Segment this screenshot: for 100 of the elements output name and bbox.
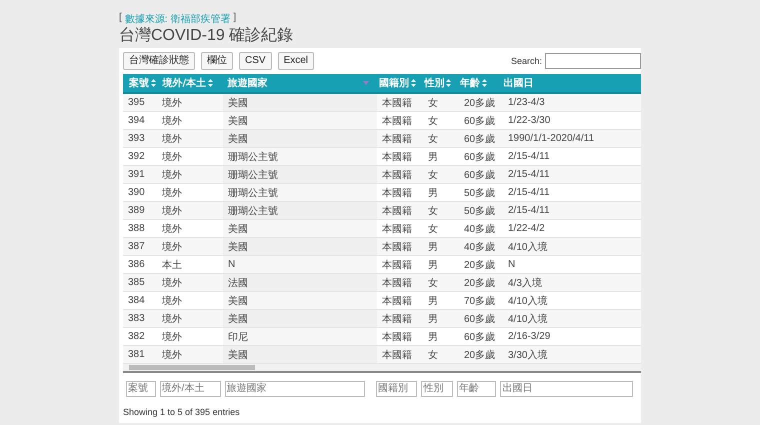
table-cell-text: 境外 bbox=[162, 348, 182, 362]
table-cell: 1/22-4/2 bbox=[508, 223, 545, 234]
table-cell-text: 本國籍 bbox=[382, 168, 412, 182]
table-cell-text: 本國籍 bbox=[382, 222, 412, 236]
table-cell-text: 本國籍 bbox=[382, 132, 412, 146]
table-cell-text: 境外 bbox=[162, 240, 182, 254]
table-cell-text: 本國籍 bbox=[382, 204, 412, 218]
filter-field[interactable]: 案號 bbox=[126, 380, 156, 396]
filter-field[interactable]: 出國日 bbox=[500, 380, 633, 396]
column-header[interactable]: 年齡 bbox=[460, 76, 480, 90]
sort-icon[interactable] bbox=[482, 79, 487, 87]
table-cell: 387 bbox=[128, 241, 145, 252]
table-cell-text: 法國 bbox=[228, 276, 248, 290]
table-cell-text: 50多歲 bbox=[464, 204, 496, 218]
table-cell: 1990/1/1-2020/4/11 bbox=[508, 133, 594, 144]
table-cell-text: 男 bbox=[428, 150, 438, 164]
page-title: 台灣COVID-19 確診紀錄 bbox=[119, 27, 294, 45]
table-cell: 384 bbox=[128, 295, 145, 306]
filter-field[interactable]: 境外/本土 bbox=[160, 380, 221, 396]
bracket: ] bbox=[233, 12, 236, 25]
table-cell: 382 bbox=[128, 331, 145, 342]
table-cell: 2/15-4/11 bbox=[508, 205, 550, 216]
table-cell: 388 bbox=[128, 223, 145, 234]
column-header[interactable]: 案號 bbox=[129, 76, 149, 90]
table-cell-text: 20多歲 bbox=[464, 258, 496, 272]
table-cell: 381 bbox=[128, 349, 145, 360]
table-cell: 393 bbox=[128, 133, 145, 144]
sort-icon[interactable] bbox=[446, 79, 452, 87]
table-cell-text: 珊瑚公主號 bbox=[228, 204, 278, 218]
table-cell-text: 70多歲 bbox=[464, 294, 496, 308]
table-cell: 389 bbox=[128, 205, 145, 216]
table-cell-text: 女 bbox=[428, 132, 438, 146]
table-cell-text: 50多歲 bbox=[464, 186, 496, 200]
table-cell-text: 女 bbox=[428, 348, 438, 362]
table-cell-text: 珊瑚公主號 bbox=[228, 168, 278, 182]
table-cell: 2/16-3/29 bbox=[508, 331, 550, 342]
table-cell-text: 本國籍 bbox=[382, 276, 412, 290]
table-cell-text: 40多歲 bbox=[464, 222, 496, 236]
table-cell-text: 珊瑚公主號 bbox=[228, 150, 278, 164]
sort-icon[interactable] bbox=[411, 79, 416, 87]
table-cell: 395 bbox=[128, 97, 145, 108]
table-cell-text: 60多歲 bbox=[464, 168, 496, 182]
table-cell-text: 本國籍 bbox=[382, 240, 412, 254]
table-cell-text: 60多歲 bbox=[464, 132, 496, 146]
toolbar-button[interactable]: CSV bbox=[239, 52, 272, 70]
table-cell-text: 4/10入境 bbox=[508, 240, 548, 254]
table-cell-text: 本土 bbox=[162, 258, 182, 272]
table-cell-text: 境外 bbox=[162, 276, 182, 290]
table-cell: 386 bbox=[128, 259, 145, 270]
table-cell-text: 20多歲 bbox=[464, 96, 496, 110]
table-cell: 1/23-4/3 bbox=[508, 97, 545, 108]
table-cell-text: 女 bbox=[428, 96, 438, 110]
table-cell-text: 女 bbox=[428, 222, 438, 236]
column-header[interactable]: 境外/本土 bbox=[162, 76, 206, 90]
toolbar-button[interactable]: 欄位 bbox=[201, 52, 233, 70]
sort-icon[interactable] bbox=[208, 79, 214, 87]
source-link[interactable]: 數據來源: 衛福部疾管署 bbox=[124, 12, 230, 26]
column-header[interactable]: 性別 bbox=[424, 76, 444, 90]
table-cell-text: 美國 bbox=[228, 312, 248, 326]
table-cell-text: 美國 bbox=[228, 348, 248, 362]
table-cell-text: 境外 bbox=[162, 330, 182, 344]
column-header[interactable]: 旅遊國家 bbox=[228, 76, 268, 90]
toolbar-button[interactable]: Excel bbox=[278, 52, 314, 70]
table-cell-text: 女 bbox=[428, 168, 438, 182]
table-cell-text: 本國籍 bbox=[382, 258, 412, 272]
table-cell-text: 本國籍 bbox=[382, 114, 412, 128]
table-cell-text: 本國籍 bbox=[382, 294, 412, 308]
table-cell-text: 本國籍 bbox=[382, 150, 412, 164]
horizontal-scrollbar[interactable] bbox=[123, 364, 641, 373]
table-cell: 2/15-4/11 bbox=[508, 169, 550, 180]
table-cell-text: 境外 bbox=[162, 114, 182, 128]
table-cell: 2/15-4/11 bbox=[508, 151, 550, 162]
table-cell-text: 境外 bbox=[162, 150, 182, 164]
table-cell-text: 境外 bbox=[162, 204, 182, 218]
table-cell-text: 本國籍 bbox=[382, 348, 412, 362]
table-cell-text: 珊瑚公主號 bbox=[228, 186, 278, 200]
filter-field[interactable]: 年齡 bbox=[456, 380, 496, 396]
sort-icon[interactable] bbox=[151, 79, 156, 87]
table-cell: N bbox=[228, 259, 236, 270]
filter-field[interactable]: 國籍別 bbox=[376, 380, 418, 396]
toolbar-button[interactable]: 台灣確診狀態 bbox=[123, 52, 195, 70]
filter-field[interactable]: 性別 bbox=[421, 380, 453, 396]
column-header[interactable]: 國籍別 bbox=[379, 76, 410, 90]
table-cell: 385 bbox=[128, 277, 145, 288]
search-field[interactable] bbox=[545, 53, 641, 69]
column-header[interactable]: 出國日 bbox=[503, 76, 534, 90]
table-cell-text: 境外 bbox=[162, 168, 182, 182]
table-cell-text: 美國 bbox=[228, 114, 248, 128]
table-cell-text: 境外 bbox=[162, 222, 182, 236]
filter-field[interactable]: 旅遊國家 bbox=[224, 380, 365, 396]
table-cell-text: 境外 bbox=[162, 186, 182, 200]
table-cell-text: 境外 bbox=[162, 132, 182, 146]
table-cell-text: 男 bbox=[428, 186, 438, 200]
table-cell-text: 60多歲 bbox=[464, 114, 496, 128]
table-cell: 1/22-3/30 bbox=[508, 115, 550, 126]
table-cell-text: 男 bbox=[428, 330, 438, 344]
table-cell-text: 美國 bbox=[228, 132, 248, 146]
table-cell-text: 男 bbox=[428, 240, 438, 254]
table-cell-text: 60多歲 bbox=[464, 312, 496, 326]
table-cell-text: 美國 bbox=[228, 96, 248, 110]
